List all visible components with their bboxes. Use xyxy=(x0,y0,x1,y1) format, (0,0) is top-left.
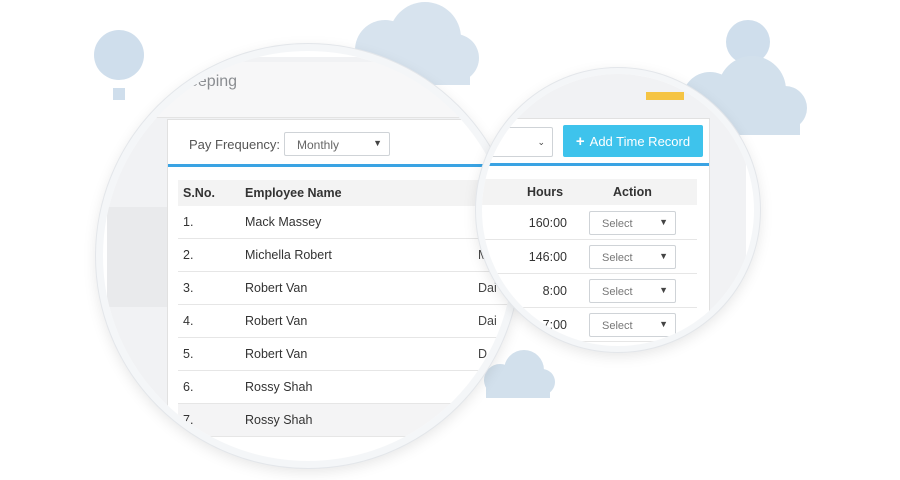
row-employee-name: Robert Van xyxy=(245,281,308,295)
pay-frequency-value: Monthly xyxy=(297,138,340,152)
plus-icon: + xyxy=(575,132,585,150)
table-row[interactable]: 2. Michella Robert M xyxy=(178,239,513,272)
row-action-value: Select xyxy=(602,320,633,332)
column-header-action: Action xyxy=(613,185,652,199)
caret-down-icon: ▼ xyxy=(373,138,382,148)
row-action-select[interactable]: Select ▼ xyxy=(589,211,676,235)
table-row[interactable]: 6. Rossy Shah xyxy=(178,371,513,404)
row-sn: 7. xyxy=(183,413,194,427)
page-title: eeping xyxy=(189,73,238,90)
column-header-hours: Hours xyxy=(527,185,564,199)
row-employee-name: Mack Massey xyxy=(245,215,322,229)
row-sn: 1. xyxy=(183,215,194,229)
table-row[interactable]: 8:00 Select ▼ xyxy=(482,275,697,308)
timekeeping-panel-zoom: ⌄ + Add Time Record Hours Action 160:00 … xyxy=(482,118,710,346)
table-row[interactable]: 7:00 Select ▼ xyxy=(482,309,697,342)
column-header-employee-name: Employee Name xyxy=(245,186,342,200)
chevron-down-icon: ⌄ xyxy=(537,137,545,147)
row-sn: 4. xyxy=(183,314,194,328)
magnifier-lens-large: eeping Pay Frequency: Monthly ▼ S.No. Em… xyxy=(96,44,520,468)
row-sn: 6. xyxy=(183,380,194,394)
add-time-record-label: Add Time Record xyxy=(589,133,691,149)
table-row[interactable]: 1. Mack Massey xyxy=(178,206,513,239)
filter-toolbar-zoom: ⌄ + Add Time Record xyxy=(482,119,709,166)
pay-frequency-select[interactable]: Monthly ▼ xyxy=(284,132,390,156)
row-action-value: Select xyxy=(602,286,633,298)
row-employee-name: Robert Van xyxy=(245,314,308,328)
magnifier-lens-small: ⌄ + Add Time Record Hours Action 160:00 … xyxy=(476,68,760,352)
row-hours: 7:00 xyxy=(542,318,567,332)
row-action-value: Select xyxy=(602,252,633,264)
row-action-select[interactable]: Select ▼ xyxy=(589,313,676,337)
caret-down-icon: ▼ xyxy=(659,285,668,295)
table-row[interactable]: 5. Robert Van D xyxy=(178,338,513,371)
header-accent xyxy=(646,92,684,100)
timekeeping-panel: Pay Frequency: Monthly ▼ S.No. Employee … xyxy=(167,119,513,461)
caret-down-icon: ▼ xyxy=(659,319,668,329)
filter-toolbar: Pay Frequency: Monthly ▼ xyxy=(168,120,513,167)
row-action-select[interactable]: Select ▼ xyxy=(589,245,676,269)
table-row[interactable]: 4. Robert Van Dai xyxy=(178,305,513,338)
row-sn: 2. xyxy=(183,248,194,262)
row-type: D xyxy=(478,347,488,361)
row-sn: 3. xyxy=(183,281,194,295)
row-sn: 5. xyxy=(183,347,194,361)
row-employee-name: Rossy Shah xyxy=(245,380,313,394)
row-action-value: Select xyxy=(602,218,633,230)
table-row[interactable]: 146:00 Select ▼ xyxy=(482,241,697,274)
table-row[interactable]: 160:00 Select ▼ xyxy=(482,207,697,240)
column-header-sn: S.No. xyxy=(183,186,215,200)
caret-down-icon: ▼ xyxy=(659,217,668,227)
row-hours: 8:00 xyxy=(542,284,567,298)
caret-down-icon: ▼ xyxy=(659,251,668,261)
table-header: S.No. Employee Name xyxy=(178,180,513,206)
row-hours: 160:00 xyxy=(528,216,567,230)
pay-frequency-label: Pay Frequency: xyxy=(189,137,281,152)
row-employee-name: Michella Robert xyxy=(245,248,332,262)
table-header-zoom: Hours Action xyxy=(482,179,697,205)
row-action-select[interactable]: Select ▼ xyxy=(589,279,676,303)
page-header xyxy=(107,62,507,118)
filter-select[interactable]: ⌄ xyxy=(482,127,553,157)
table-row[interactable]: 7. Rossy Shah xyxy=(178,404,513,437)
table-row[interactable]: 3. Robert Van Dai xyxy=(178,272,513,305)
row-employee-name: Rossy Shah xyxy=(245,413,313,427)
row-hours: 146:00 xyxy=(528,250,567,264)
sidebar-fragment xyxy=(107,207,167,307)
add-time-record-button[interactable]: + Add Time Record xyxy=(563,125,703,157)
row-employee-name: Robert Van xyxy=(245,347,308,361)
